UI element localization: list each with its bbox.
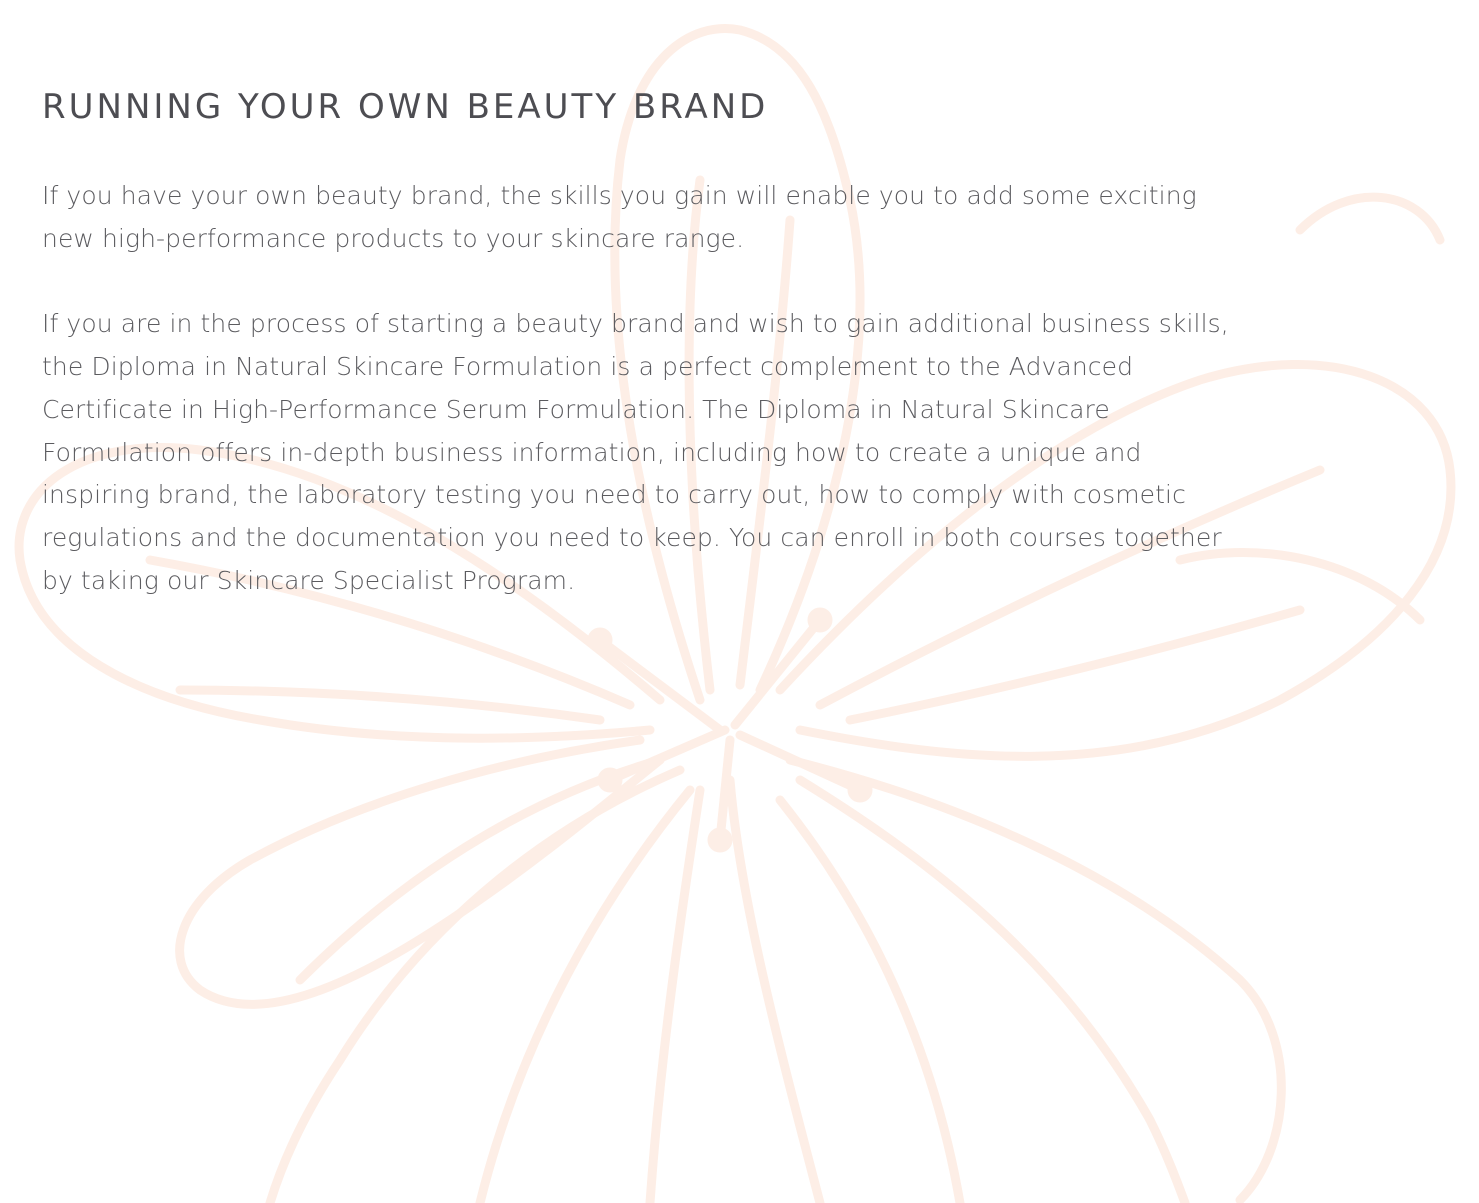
details-paragraph: If you are in the process of starting a … <box>42 309 1229 595</box>
section-heading: RUNNING YOUR OWN BEAUTY BRAND <box>42 87 769 127</box>
page: RUNNING YOUR OWN BEAUTY BRAND If you hav… <box>0 0 1479 1203</box>
intro-paragraph: If you have your own beauty brand, the s… <box>42 181 1197 253</box>
content-section: RUNNING YOUR OWN BEAUTY BRAND If you hav… <box>0 0 1242 602</box>
